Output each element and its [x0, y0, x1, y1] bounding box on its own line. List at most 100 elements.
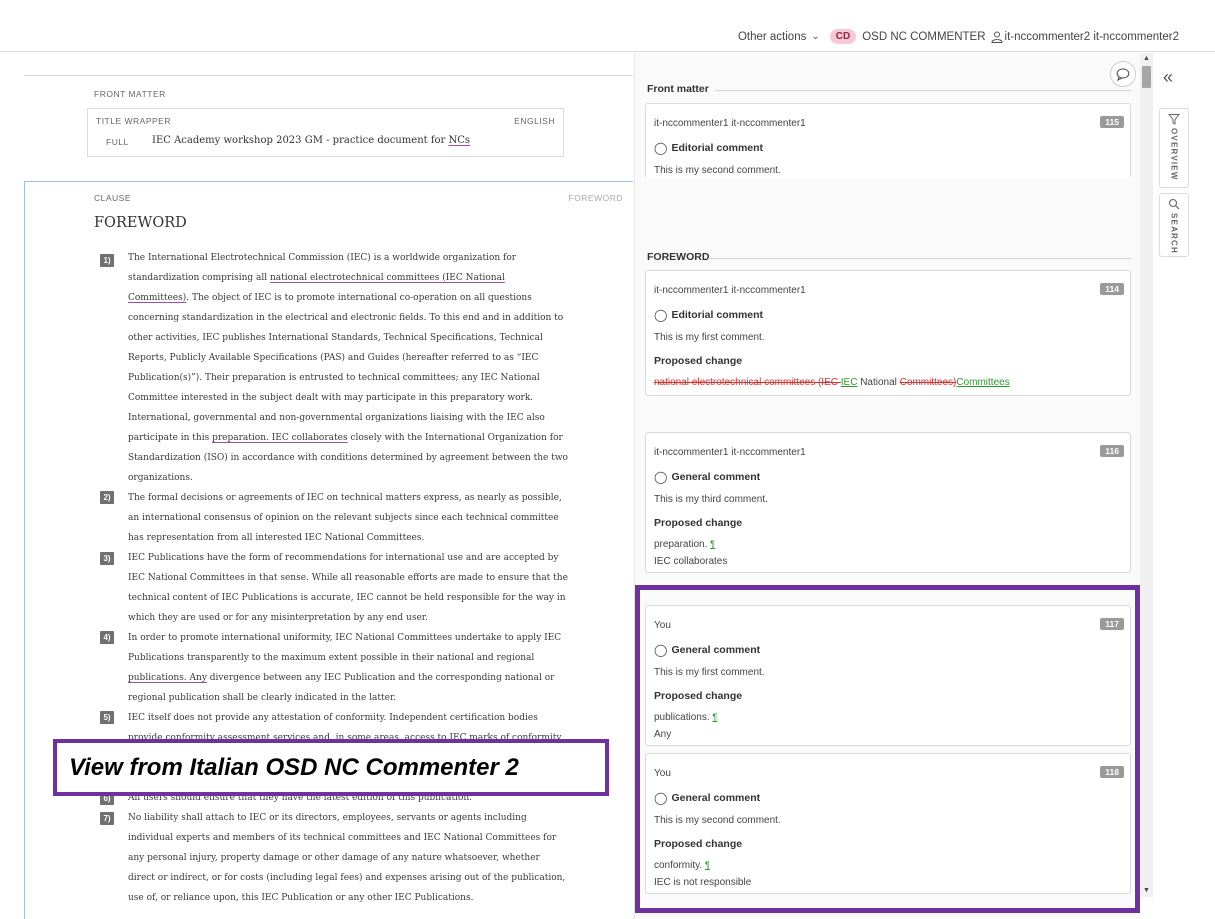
speech-bubble-icon: ◯ — [654, 470, 668, 484]
proposed-change-label: Proposed change — [654, 690, 743, 702]
paragraph: In order to promote international unifor… — [128, 628, 568, 708]
proposed-change-text: IEC collaborates — [654, 556, 728, 567]
tab-overview[interactable]: OVERVIEW — [1159, 108, 1189, 188]
paragraph-number: 5) — [100, 711, 114, 724]
divider — [708, 258, 1131, 259]
proposed-text: preparation. — [654, 539, 711, 550]
comments-panel: Front matter it-nccommenter1 it-nccommen… — [634, 53, 1140, 919]
comment-card[interactable]: it-nccommenter1 it-nccommenter1 115 ◯ Edi… — [645, 103, 1131, 178]
proposed-change-text: IEC is not responsible — [654, 877, 752, 888]
comment-type-label: General comment — [671, 471, 761, 483]
comment-card[interactable]: it-nccommenter1 it-nccommenter1 114 ◯ Edi… — [645, 270, 1131, 396]
other-actions-label: Other actions — [737, 30, 807, 43]
proposed-change-diff: national electrotechnical committees (IE… — [654, 377, 1010, 388]
speech-bubble-icon: ◯ — [654, 141, 668, 155]
comment-card[interactable]: You 118 ◯ General comment This is my seco… — [645, 753, 1131, 894]
proposed-text: conformity. — [654, 860, 705, 871]
right-rail: « OVERVIEW SEARCH — [1153, 53, 1215, 919]
comment-type-label: General comment — [671, 644, 761, 656]
front-matter-label: FRONT MATTER — [94, 89, 166, 99]
scroll-up-icon[interactable]: ▲ — [1140, 53, 1153, 65]
proposed-change-label: Proposed change — [654, 355, 743, 367]
proposed-change-label: Proposed change — [654, 517, 743, 529]
proposed-change-text: preparation. ¶ — [654, 539, 715, 550]
user-icon — [991, 31, 1003, 43]
unchanged-text: National — [857, 377, 900, 388]
speech-bubble-icon: ◯ — [654, 791, 668, 805]
section-heading-front-matter: Front matter — [647, 83, 709, 95]
scrollbar-thumb[interactable] — [1142, 66, 1151, 88]
chevron-down-icon: ⌄ — [811, 31, 820, 42]
title-wrapper-label: TITLE WRAPPER — [96, 116, 171, 126]
comment-card[interactable]: it-nccommenter1 it-nccommenter1 116 ◯ Gen… — [645, 432, 1131, 573]
paragraph-number: 2) — [100, 491, 114, 504]
role-badge: CD — [829, 29, 857, 44]
paragraph-number: 1) — [100, 254, 114, 267]
paragraph: The formal decisions or agreements of IE… — [128, 493, 562, 543]
comment-type: ◯ General comment — [654, 791, 760, 805]
deleted-text: national electrotechnical committees (IE… — [654, 377, 841, 388]
role-label: OSD NC COMMENTER — [862, 30, 986, 43]
comment-author: it-nccommenter1 it-nccommenter1 — [654, 285, 806, 296]
search-icon — [1168, 198, 1180, 210]
clause-tag: FOREWORD — [568, 193, 623, 203]
tab-overview-label: OVERVIEW — [1169, 128, 1179, 181]
speech-bubble-icon — [1116, 67, 1130, 81]
proposed-change-text: publications. ¶ — [654, 712, 717, 723]
paragraph: No liability shall attach to IEC or its … — [128, 813, 566, 903]
paragraph-number: 3) — [100, 552, 114, 565]
other-actions-menu[interactable]: Other actions ⌄ — [738, 31, 820, 43]
commented-text[interactable]: NCs — [449, 135, 471, 146]
add-comment-button[interactable] — [1110, 61, 1136, 87]
paragraph-mark-icon: ¶ — [704, 860, 710, 870]
comment-author: it-nccommenter1 it-nccommenter1 — [654, 118, 806, 129]
comment-text: This is my third comment. — [654, 494, 768, 505]
inserted-text: Committees — [956, 377, 1010, 388]
paragraph-text: . The object of IEC is to promote intern… — [128, 293, 564, 443]
filter-icon — [1168, 114, 1180, 125]
paragraph-mark-icon: ¶ — [710, 539, 715, 549]
collapse-panel-icon[interactable]: « — [1163, 67, 1173, 88]
comment-text: This is my second comment. — [654, 815, 781, 826]
divider — [715, 90, 1131, 91]
full-label: FULL — [106, 137, 129, 147]
proposed-change-text: Any — [654, 729, 672, 740]
paragraph-mark-icon: ¶ — [712, 712, 718, 722]
paragraph-text: In order to promote international unifor… — [128, 633, 562, 663]
comment-type: ◯ Editorial comment — [654, 308, 763, 322]
title-wrapper-box[interactable]: TITLE WRAPPER ENGLISH FULL IEC Academy w… — [87, 108, 564, 157]
tab-search[interactable]: SEARCH — [1159, 193, 1189, 257]
inserted-text: IEC — [840, 377, 858, 388]
comment-type: ◯ General comment — [654, 470, 760, 484]
divider — [24, 75, 633, 76]
proposed-change-label: Proposed change — [654, 838, 743, 850]
comment-number: 118 — [1100, 766, 1124, 778]
section-heading-foreword: FOREWORD — [647, 251, 710, 263]
speech-bubble-icon: ◯ — [654, 643, 668, 657]
paragraph: The International Electrotechnical Commi… — [128, 248, 568, 488]
comment-author: You — [654, 768, 671, 779]
comment-number: 117 — [1100, 618, 1124, 630]
comment-card[interactable]: You 117 ◯ General comment This is my firs… — [645, 605, 1131, 746]
proposed-text: publications. — [654, 712, 713, 723]
scroll-down-icon[interactable]: ▼ — [1140, 885, 1153, 897]
paragraph: IEC Publications have the form of recomm… — [128, 553, 568, 623]
paragraph-number: 4) — [100, 631, 114, 644]
foreword-heading: FOREWORD — [94, 215, 187, 231]
paragraph-number: 7) — [100, 812, 114, 825]
speech-bubble-icon: ◯ — [654, 308, 668, 322]
comment-text: This is my first comment. — [654, 667, 765, 678]
panel-scrollbar[interactable]: ▲ ▼ — [1140, 53, 1153, 897]
user-name[interactable]: it-nccommenter2 it-nccommenter2 — [1005, 31, 1179, 43]
comment-type-label: Editorial comment — [671, 309, 764, 321]
comment-text: This is my first comment. — [654, 332, 765, 343]
document-title: IEC Academy workshop 2023 GM - practice … — [152, 135, 470, 146]
commented-text[interactable]: publications. Any — [128, 673, 207, 683]
commented-text[interactable]: preparation. IEC collaborates — [212, 433, 347, 443]
top-bar: Other actions ⌄ CD OSD NC COMMENTER it-n… — [0, 0, 1215, 52]
comment-author: You — [654, 620, 671, 631]
overlay-banner-text: View from Italian OSD NC Commenter 2 — [69, 753, 519, 781]
proposed-change-text: conformity. ¶ — [654, 860, 710, 871]
comment-number: 116 — [1100, 445, 1124, 457]
comment-number: 114 — [1100, 283, 1124, 295]
